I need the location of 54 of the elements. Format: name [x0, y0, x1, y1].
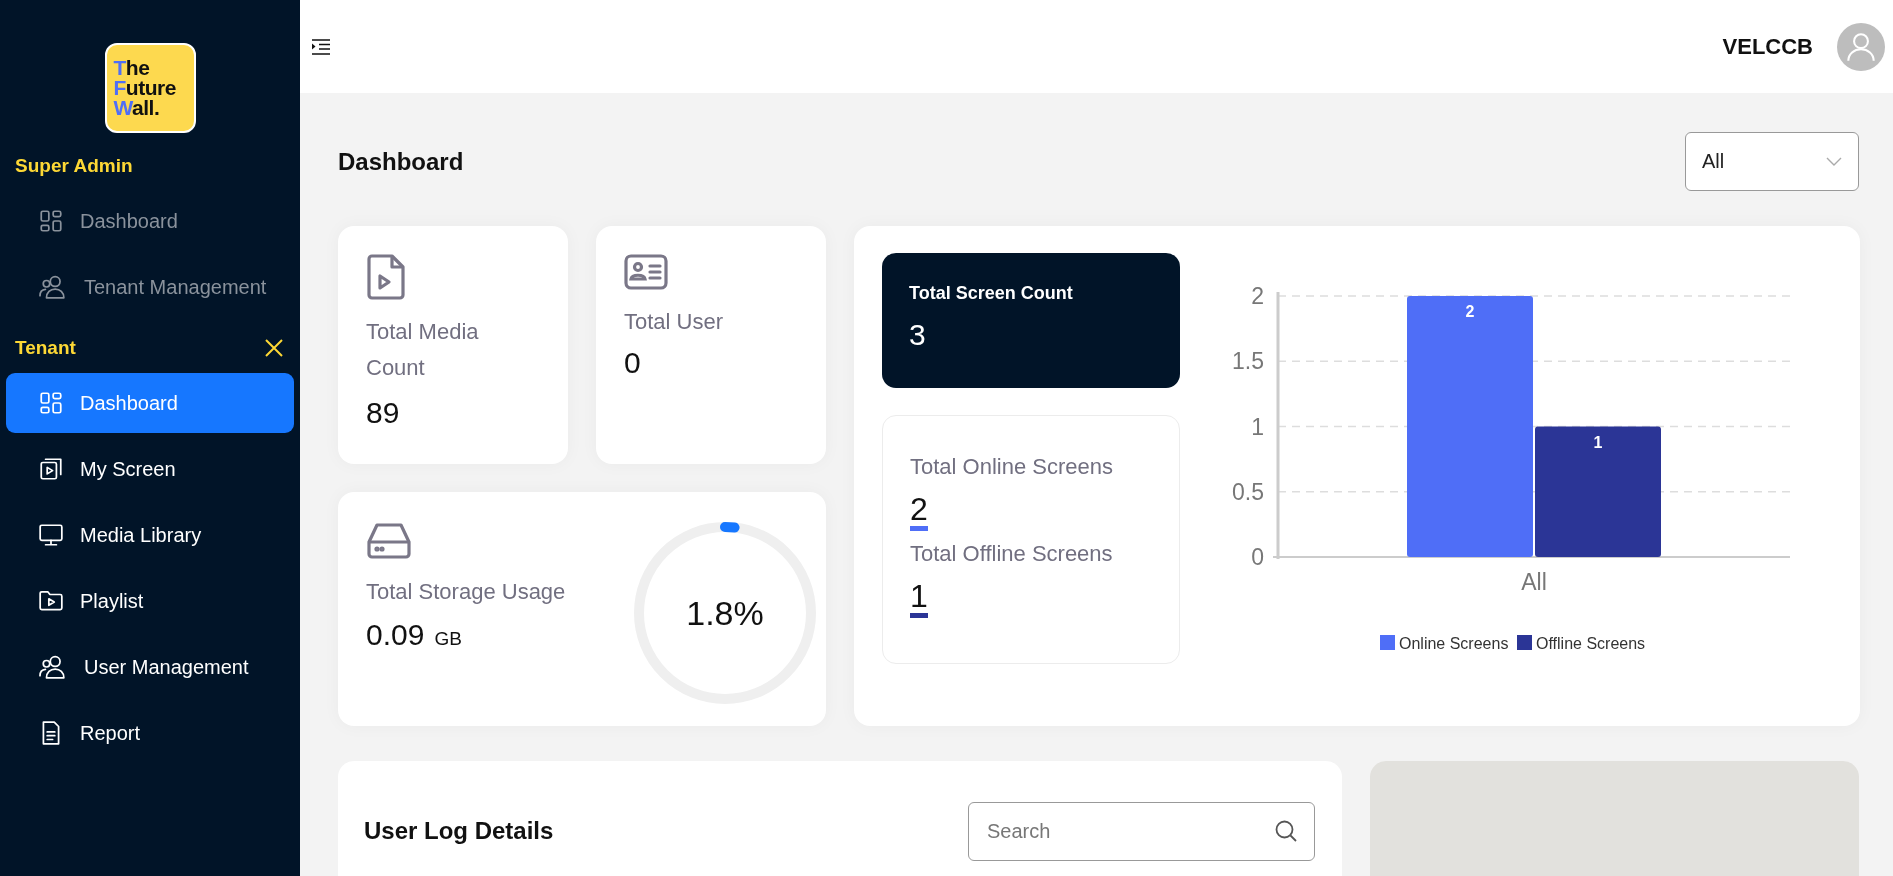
search-input[interactable]: Search — [985, 818, 1266, 844]
screen-play-icon — [38, 456, 64, 482]
stat-value: 2 — [910, 492, 928, 531]
search-icon — [1274, 819, 1298, 843]
stat-value: 89 — [366, 396, 401, 430]
section-title: Super Admin — [15, 155, 133, 177]
axis-tick-label: 0.5 — [1232, 478, 1264, 505]
bar-value-label: 2 — [1465, 303, 1475, 320]
legend-label: Offline Screens — [1536, 635, 1646, 652]
category-label: All — [1521, 569, 1547, 595]
bar-value-label: 1 — [1593, 433, 1603, 451]
stat-label: Total Offline Screens — [910, 541, 1114, 567]
sidebar-item[interactable]: Report — [6, 703, 294, 763]
close-icon[interactable] — [264, 338, 284, 358]
hard-drive-icon — [366, 522, 412, 560]
stat-value: 0 — [624, 346, 642, 380]
users-icon — [38, 274, 68, 300]
legend-swatch — [1380, 635, 1395, 650]
id-card-icon — [624, 254, 668, 290]
stat-label: Total Online Screens — [910, 454, 1114, 480]
video-file-icon — [366, 254, 406, 300]
sidebar-item[interactable]: Playlist — [6, 571, 294, 631]
sidebar-item[interactable]: Media Library — [6, 505, 294, 565]
stat-value: 0.09 GB — [366, 618, 463, 652]
sidebar-item[interactable]: User Management — [6, 637, 294, 697]
folder-play-icon — [38, 588, 64, 614]
stat-label: Total Storage Usage — [366, 578, 566, 606]
search-field[interactable]: Search — [968, 801, 1315, 861]
legend-label: Online Screens — [1399, 635, 1509, 652]
monitor-icon — [38, 522, 64, 548]
chevron-down-icon — [1826, 156, 1842, 167]
stat-label: Total Screen Count — [909, 283, 1074, 304]
logo: The Future Wall. — [104, 43, 196, 133]
dashboard-icon — [38, 390, 64, 416]
sidebar-item[interactable]: Dashboard — [6, 373, 294, 433]
percent-label: 1.8% — [686, 593, 764, 633]
dashboard-icon — [38, 208, 64, 234]
sidebar-item[interactable]: My Screen — [6, 439, 294, 499]
page-title: Dashboard — [338, 147, 464, 176]
section-title: User Log Details — [364, 817, 554, 845]
filter-select[interactable]: All — [1685, 132, 1859, 191]
menu-icon[interactable] — [312, 38, 330, 55]
username: VELCCB — [1722, 33, 1813, 60]
users-icon — [38, 654, 68, 680]
axis-tick-label: 1 — [1251, 413, 1264, 440]
legend-swatch — [1517, 635, 1532, 650]
axis-tick-label: 1.5 — [1232, 348, 1264, 375]
section-title: Tenant — [15, 337, 76, 359]
stat-label: Total Media Count — [366, 318, 480, 382]
stat-value: 1 — [910, 579, 928, 618]
axis-tick-label: 2 — [1251, 283, 1264, 309]
axis-tick-label: 0 — [1251, 544, 1264, 570]
stat-value: 3 — [909, 318, 927, 352]
stat-label: Total User — [624, 308, 725, 336]
